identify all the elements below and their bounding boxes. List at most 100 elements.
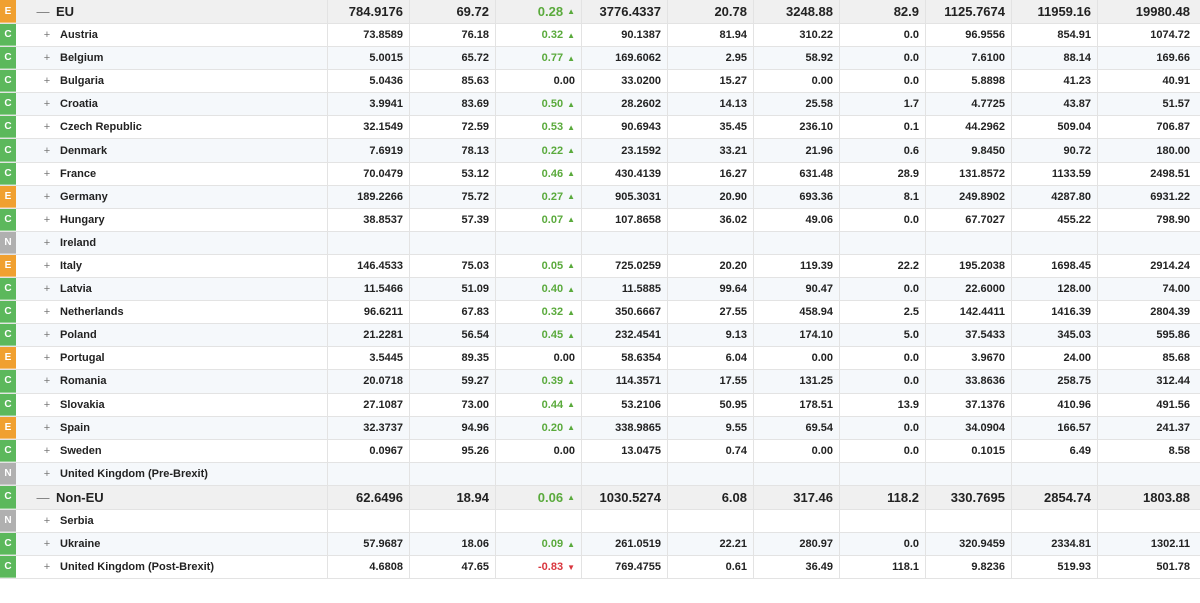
table-row[interactable]: N + Serbia — [0, 509, 1200, 533]
expand-icon[interactable]: + — [40, 52, 54, 64]
value-cell: 1698.45 — [1012, 254, 1098, 278]
table-row[interactable]: C + Belgium 5.0015 65.72 0.77 ▲ 169.6062 2.95 58.… — [0, 47, 1200, 71]
expand-icon[interactable]: + — [40, 329, 54, 341]
row-label: Sweden — [60, 444, 102, 457]
expand-icon[interactable]: + — [40, 306, 54, 318]
expand-icon[interactable]: + — [40, 75, 54, 87]
value-cell: 491.56 — [1156, 398, 1190, 411]
expand-icon[interactable]: + — [40, 214, 54, 226]
expand-icon[interactable]: + — [40, 561, 54, 573]
table-row[interactable]: C + United Kingdom (Post-Brexit) 4.6808 47.6… — [0, 556, 1200, 580]
group-row[interactable]: C — Non-EU 62.6496 18.94 0.06 ▲ 1030.5274 6.08 31… — [0, 485, 1200, 510]
value-cell: 11.5466 — [328, 278, 410, 301]
table-row[interactable]: C + Denmark 7.6919 78.13 0.22 ▲ 23.1592 33.21 21.… — [0, 139, 1200, 163]
change-value: 0.28 — [537, 4, 564, 19]
expand-icon[interactable]: + — [40, 98, 54, 110]
table-row[interactable]: C + France 70.0479 53.12 0.46 ▲ 430.4139 16.27 63… — [0, 162, 1200, 186]
expand-icon[interactable]: + — [40, 29, 54, 41]
value-cell — [1012, 509, 1098, 532]
up-arrow-icon: ▲ — [567, 492, 575, 502]
status-badge: E — [0, 254, 16, 278]
up-arrow-icon: ▲ — [567, 192, 575, 202]
status-badge: C — [0, 70, 16, 93]
row-name-cell: + Belgium — [16, 47, 328, 70]
change-cell: 0.07 ▲ — [496, 208, 582, 231]
change-cell: 0.27 ▲ — [496, 185, 582, 208]
value-cell: 95.26 — [410, 439, 496, 462]
table-row[interactable]: C + Sweden 0.0967 95.26 0.00 13.0475 0.74 0.00 0.… — [0, 439, 1200, 463]
expand-icon[interactable]: + — [40, 538, 54, 550]
value-cell: 2334.81 — [1012, 532, 1098, 556]
expand-icon[interactable]: + — [40, 145, 54, 157]
value-cell: 142.4411 — [926, 301, 1012, 324]
up-arrow-icon: ▲ — [567, 99, 575, 109]
row-label: Spain — [60, 421, 90, 434]
value-cell: 509.04 — [1012, 116, 1098, 139]
value-cell: 69.72 — [410, 0, 496, 23]
value-cell: 33.21 — [668, 139, 754, 162]
change-cell: 0.46 ▲ — [496, 162, 582, 185]
change-cell: 0.32 ▲ — [496, 24, 582, 47]
value-cell: 1302.11 — [1150, 538, 1190, 551]
expand-icon[interactable]: + — [40, 422, 54, 434]
table-row[interactable]: C + Romania 20.0718 59.27 0.39 ▲ 114.3571 17.55 1… — [0, 370, 1200, 394]
expand-icon[interactable]: + — [40, 515, 54, 527]
expand-icon[interactable]: + — [40, 168, 54, 180]
value-cell: 94.96 — [410, 416, 496, 439]
value-cell: 9.55 — [668, 416, 754, 439]
table-row[interactable]: C + Latvia 11.5466 51.09 0.40 ▲ 11.5885 99.64 90.… — [0, 278, 1200, 302]
expand-icon[interactable]: + — [40, 468, 54, 480]
table-row[interactable]: C + Slovakia 27.1087 73.00 0.44 ▲ 53.2106 50.95 1… — [0, 393, 1200, 417]
value-cell: 146.4533 — [328, 254, 410, 278]
row-name-cell: + Denmark — [16, 139, 328, 162]
row-name-cell: — Non-EU — [16, 485, 328, 509]
value-cell: 595.86 — [1156, 329, 1190, 342]
expand-icon[interactable]: + — [40, 237, 54, 249]
expand-icon[interactable]: + — [40, 399, 54, 411]
collapse-icon[interactable]: — — [36, 490, 50, 505]
expand-icon[interactable]: + — [40, 352, 54, 364]
table-row[interactable]: C + Ukraine 57.9687 18.06 0.09 ▲ 261.0519 22.21 2… — [0, 532, 1200, 557]
value-cell — [668, 231, 754, 254]
status-badge: C — [0, 162, 16, 185]
table-row[interactable]: E + Spain 32.3737 94.96 0.20 ▲ 338.9865 9.55 69.5… — [0, 416, 1200, 440]
table-row[interactable]: C + Poland 21.2281 56.54 0.45 ▲ 232.4541 9.13 174… — [0, 324, 1200, 348]
table-row[interactable]: N + Ireland — [0, 231, 1200, 255]
row-name-cell: + Portugal — [16, 347, 328, 370]
expand-icon[interactable]: + — [40, 445, 54, 457]
value-cell: 75.72 — [410, 185, 496, 208]
value-cell: 21.2281 — [328, 324, 410, 347]
value-cell: 20.90 — [668, 185, 754, 208]
expand-icon[interactable]: + — [40, 375, 54, 387]
table-row[interactable]: C + Czech Republic 32.1549 72.59 0.53 ▲ 90.6943… — [0, 116, 1200, 140]
row-label: Germany — [60, 190, 108, 203]
table-row[interactable]: C + Bulgaria 5.0436 85.63 0.00 33.0200 15.27 0.0… — [0, 70, 1200, 94]
value-cell: 169.6062 — [582, 47, 668, 70]
value-cell: 56.54 — [410, 324, 496, 347]
status-badge: E — [0, 416, 16, 439]
value-cell: 769.4755 — [582, 556, 668, 579]
table-row[interactable]: E + Germany 189.2266 75.72 0.27 ▲ 905.3031 20.90… — [0, 185, 1200, 209]
change-cell: 0.50 ▲ — [496, 93, 582, 116]
collapse-icon[interactable]: — — [36, 4, 50, 19]
table-row[interactable]: C + Netherlands 96.6211 67.83 0.32 ▲ 350.6667 27… — [0, 301, 1200, 325]
table-row[interactable]: C + Hungary 38.8537 57.39 0.07 ▲ 107.8658 36.02 4… — [0, 208, 1200, 232]
table-row[interactable]: C + Croatia 3.9941 83.69 0.50 ▲ 28.2602 14.13 25.… — [0, 93, 1200, 117]
row-name-cell: + Austria — [16, 24, 328, 47]
table-row[interactable]: E + Italy 146.4533 75.03 0.05 ▲ 725.0259 20.20 11… — [0, 254, 1200, 279]
row-label: Latvia — [60, 283, 92, 296]
table-row[interactable]: C + Austria 73.8589 76.18 0.32 ▲ 90.1387 81.94 31… — [0, 24, 1200, 48]
table-row[interactable]: N + United Kingdom (Pre-Brexit) — [0, 462, 1200, 486]
value-cell: 22.6000 — [926, 278, 1012, 301]
value-cell: 22.21 — [668, 532, 754, 556]
expand-icon[interactable]: + — [40, 191, 54, 203]
value-cell: 1125.7674 — [926, 0, 1012, 23]
expand-icon[interactable]: + — [40, 121, 54, 133]
expand-icon[interactable]: + — [40, 283, 54, 295]
value-cell: 11959.16 — [1012, 0, 1098, 23]
group-row[interactable]: E — EU 784.9176 69.72 0.28 ▲ 3776.4337 20.78 3248… — [0, 0, 1200, 24]
table-row[interactable]: E + Portugal 3.5445 89.35 0.00 58.6354 6.04 0.00… — [0, 347, 1200, 371]
expand-icon[interactable]: + — [40, 260, 54, 272]
value-cell: 13.0475 — [582, 439, 668, 462]
value-cell: 725.0259 — [582, 254, 668, 278]
